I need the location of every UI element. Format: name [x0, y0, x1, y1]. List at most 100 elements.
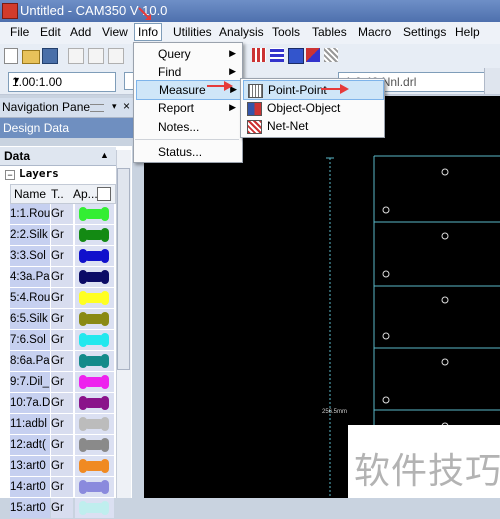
layer-color-swatch[interactable]	[75, 393, 114, 413]
layer-color-swatch[interactable]	[75, 372, 114, 392]
layer-color-swatch[interactable]	[75, 309, 114, 329]
menu-item-net-net-label: Net-Net	[267, 119, 309, 133]
layer-color-swatch[interactable]	[75, 330, 114, 350]
menu-add[interactable]: Add	[70, 25, 91, 39]
redo-icon[interactable]	[88, 48, 104, 64]
scrollbar-thumb[interactable]	[117, 168, 130, 370]
layer-row[interactable]: 7:6.Sol Gr	[10, 330, 114, 351]
layer-row[interactable]: 10:7a.D Gr	[10, 393, 114, 414]
layer-row[interactable]: 13:art0 Gr	[10, 456, 114, 477]
new-file-icon[interactable]	[4, 48, 18, 64]
layer-select-arrow[interactable]	[484, 68, 500, 94]
layer-type: Gr	[51, 477, 73, 497]
layer-row[interactable]: 4:3a.Pa Gr	[10, 267, 114, 288]
layer-color-swatch[interactable]	[75, 498, 114, 518]
menu-edit[interactable]: Edit	[40, 25, 61, 39]
navigation-pane-title: Navigation Pane	[2, 100, 91, 114]
layer-type: Gr	[51, 393, 73, 413]
layer-type: Gr	[51, 456, 73, 476]
layer-color-icon	[79, 438, 109, 452]
collapse-icon[interactable]: ▲	[100, 150, 109, 160]
design-data-label: Design Data	[3, 121, 70, 135]
layer-color-swatch[interactable]	[75, 225, 114, 245]
menu-analysis[interactable]: Analysis	[219, 25, 264, 39]
close-icon[interactable]: ×	[123, 99, 130, 113]
menu-item-point-point[interactable]: Point-Point	[243, 80, 384, 100]
zoom-select[interactable]: 1.00:1.00 ▼	[8, 72, 116, 92]
layer-color-swatch[interactable]	[75, 351, 114, 371]
pointer-icon[interactable]	[108, 48, 124, 64]
menu-item-notes[interactable]: Notes...	[136, 118, 240, 136]
layer-row[interactable]: 5:4.Rou Gr	[10, 288, 114, 309]
layer-color-swatch[interactable]	[75, 414, 114, 434]
layer-row[interactable]: 15:art0 Gr	[10, 498, 114, 519]
layer-row[interactable]: 14:art0 Gr	[10, 477, 114, 498]
menu-help[interactable]: Help	[455, 25, 480, 39]
undo-icon[interactable]	[68, 48, 84, 64]
menu-settings[interactable]: Settings	[403, 25, 446, 39]
grid-icon[interactable]	[252, 48, 266, 62]
menu-item-object-object[interactable]: Object-Object	[243, 99, 382, 117]
column-name[interactable]: Name	[14, 187, 46, 201]
layer-name: 14:art0	[10, 477, 50, 497]
layer-color-icon	[79, 417, 109, 431]
menu-item-report-label: Report	[158, 101, 195, 115]
layer-color-swatch[interactable]	[75, 456, 114, 476]
layer-row[interactable]: 3:3.Sol Gr	[10, 246, 114, 267]
menu-macro[interactable]: Macro	[358, 25, 391, 39]
layer-row[interactable]: 1:1.Rou Gr	[10, 204, 114, 225]
layer-type: Gr	[51, 204, 73, 224]
layer-name: 8:6a.Pa	[10, 351, 50, 371]
appearance-settings-icon[interactable]	[97, 187, 111, 201]
layer-name: 3:3.Sol	[10, 246, 50, 266]
menu-file[interactable]: File	[10, 25, 29, 39]
layer-color-swatch[interactable]	[75, 246, 114, 266]
layer-row[interactable]: 12:adt(Gr	[10, 435, 114, 456]
menu-item-query[interactable]: Query ▶	[136, 45, 240, 63]
layers-collapse-toggle[interactable]: −	[5, 170, 15, 180]
menu-tables[interactable]: Tables	[312, 25, 347, 39]
menu-tools[interactable]: Tools	[272, 25, 300, 39]
watermark-text: 软件技巧	[354, 451, 500, 492]
design-data-header[interactable]: Design Data	[0, 118, 133, 138]
layer-column-header: Name T.. Ap...	[10, 184, 116, 204]
data-header[interactable]: Data ▲	[0, 147, 116, 166]
menu-item-query-label: Query	[158, 47, 191, 61]
measure-submenu: Point-Point Object-Object Net-Net	[240, 78, 385, 138]
grip-icon[interactable]	[90, 104, 104, 112]
pin-icon[interactable]: ▾	[112, 101, 117, 112]
layer-name: 6:5.Silk	[10, 309, 50, 329]
layer-color-swatch[interactable]	[75, 288, 114, 308]
pattern-icon[interactable]	[324, 48, 338, 62]
layer-color-swatch[interactable]	[75, 435, 114, 455]
layer-color-icon	[79, 459, 109, 473]
layer-name: 2:2.Silk	[10, 225, 50, 245]
layer-row[interactable]: 6:5.Silk Gr	[10, 309, 114, 330]
open-folder-icon[interactable]	[22, 50, 40, 64]
layer-row[interactable]: 9:7.Dil_ Gr	[10, 372, 114, 393]
column-type[interactable]: T..	[51, 187, 64, 201]
layer-color-icon	[79, 207, 109, 221]
layer-row[interactable]: 11:adbl Gr	[10, 414, 114, 435]
palette-icon[interactable]	[306, 48, 320, 62]
layer-row[interactable]: 2:2.Silk Gr	[10, 225, 114, 246]
layers-icon[interactable]	[270, 48, 284, 62]
layer-row[interactable]: 8:6a.Pa Gr	[10, 351, 114, 372]
save-icon[interactable]	[42, 48, 58, 64]
layer-color-swatch[interactable]	[75, 477, 114, 497]
color-icon[interactable]	[288, 48, 304, 64]
layer-color-swatch[interactable]	[75, 267, 114, 287]
menu-item-net-net[interactable]: Net-Net	[243, 117, 382, 135]
menu-item-report[interactable]: Report ▶	[136, 99, 240, 117]
layer-color-icon	[79, 375, 109, 389]
layer-type: Gr	[51, 225, 73, 245]
menu-utilities[interactable]: Utilities	[173, 25, 212, 39]
layer-name: 7:6.Sol	[10, 330, 50, 350]
menu-view[interactable]: View	[102, 25, 128, 39]
menu-item-find[interactable]: Find ▶	[136, 63, 240, 81]
layer-type: Gr	[51, 309, 73, 329]
layer-color-swatch[interactable]	[75, 204, 114, 224]
menu-item-status[interactable]: Status...	[136, 143, 240, 161]
column-appearance[interactable]: Ap...	[73, 187, 98, 201]
annotation-arrow-point	[321, 84, 349, 94]
